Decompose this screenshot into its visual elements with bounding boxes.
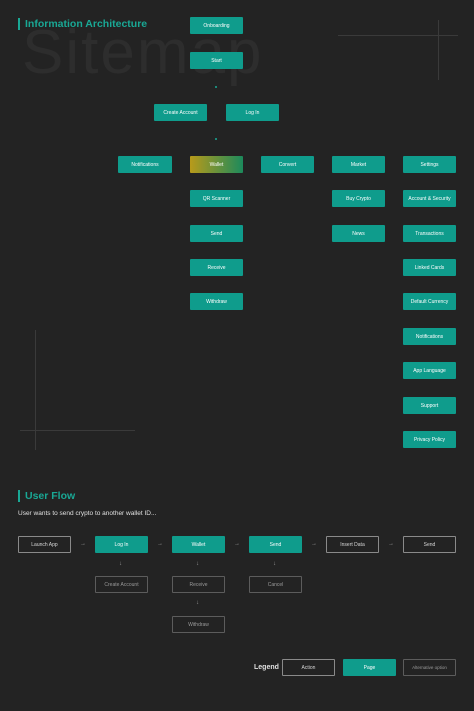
node-privacy-policy[interactable]: Privacy Policy — [403, 431, 456, 448]
node-settings-notifications[interactable]: Notifications — [403, 328, 456, 345]
legend-action: Action — [282, 659, 335, 676]
node-log-in[interactable]: Log In — [226, 104, 279, 121]
flow-step-send[interactable]: Send — [249, 536, 302, 553]
node-support[interactable]: Support — [403, 397, 456, 414]
flow-subtitle: User wants to send crypto to another wal… — [18, 510, 157, 517]
arrow-down-icon: ↓ — [273, 561, 276, 567]
flow-step-wallet[interactable]: Wallet — [172, 536, 225, 553]
node-receive[interactable]: Receive — [190, 259, 243, 276]
decor-line — [438, 20, 439, 80]
alt-withdraw[interactable]: Withdraw — [172, 616, 225, 633]
node-start[interactable]: Start — [190, 52, 243, 69]
node-convert[interactable]: Convert — [261, 156, 314, 173]
arrow-right-icon: → — [80, 541, 86, 547]
legend-alternative: Alternative option — [403, 659, 456, 676]
alt-receive[interactable]: Receive — [172, 576, 225, 593]
alt-cancel[interactable]: Cancel — [249, 576, 302, 593]
legend-label: Legend — [254, 664, 279, 671]
node-account-security[interactable]: Account & Security — [403, 190, 456, 207]
node-onboarding[interactable]: Onboarding — [190, 17, 243, 34]
flow-section-title: User Flow — [18, 490, 75, 502]
node-withdraw[interactable]: Withdraw — [190, 293, 243, 310]
alt-create-account[interactable]: Create Account — [95, 576, 148, 593]
arrow-right-icon: → — [388, 541, 394, 547]
node-buy-crypto[interactable]: Buy Crypto — [332, 190, 385, 207]
flow-step-log-in[interactable]: Log In — [95, 536, 148, 553]
node-linked-cards[interactable]: Linked Cards — [403, 259, 456, 276]
legend-page: Page — [343, 659, 396, 676]
node-default-currency[interactable]: Default Currency — [403, 293, 456, 310]
decor-line — [20, 430, 135, 431]
decor-line — [338, 35, 458, 36]
node-send[interactable]: Send — [190, 225, 243, 242]
node-market[interactable]: Market — [332, 156, 385, 173]
decor-line — [35, 330, 36, 450]
node-notifications[interactable]: Notifications — [118, 156, 172, 173]
arrow-right-icon: → — [234, 541, 240, 547]
node-app-language[interactable]: App Language — [403, 362, 456, 379]
arrow-down-icon: ↓ — [119, 561, 122, 567]
ia-section-title: Information Architecture — [18, 18, 147, 30]
arrow-right-icon: → — [311, 541, 317, 547]
arrow-down-icon: ↓ — [196, 600, 199, 606]
flow-step-launch-app[interactable]: Launch App — [18, 536, 71, 553]
node-create-account[interactable]: Create Account — [154, 104, 207, 121]
arrow-right-icon: → — [157, 541, 163, 547]
node-news[interactable]: News — [332, 225, 385, 242]
connector-dot — [215, 86, 217, 88]
node-qr-scanner[interactable]: QR Scanner — [190, 190, 243, 207]
node-wallet[interactable]: Wallet — [190, 156, 243, 173]
flow-step-send-final[interactable]: Send — [403, 536, 456, 553]
arrow-down-icon: ↓ — [196, 561, 199, 567]
connector-dot — [215, 138, 217, 140]
node-settings[interactable]: Settings — [403, 156, 456, 173]
node-transactions[interactable]: Transactions — [403, 225, 456, 242]
flow-step-insert-data[interactable]: Insert Data — [326, 536, 379, 553]
